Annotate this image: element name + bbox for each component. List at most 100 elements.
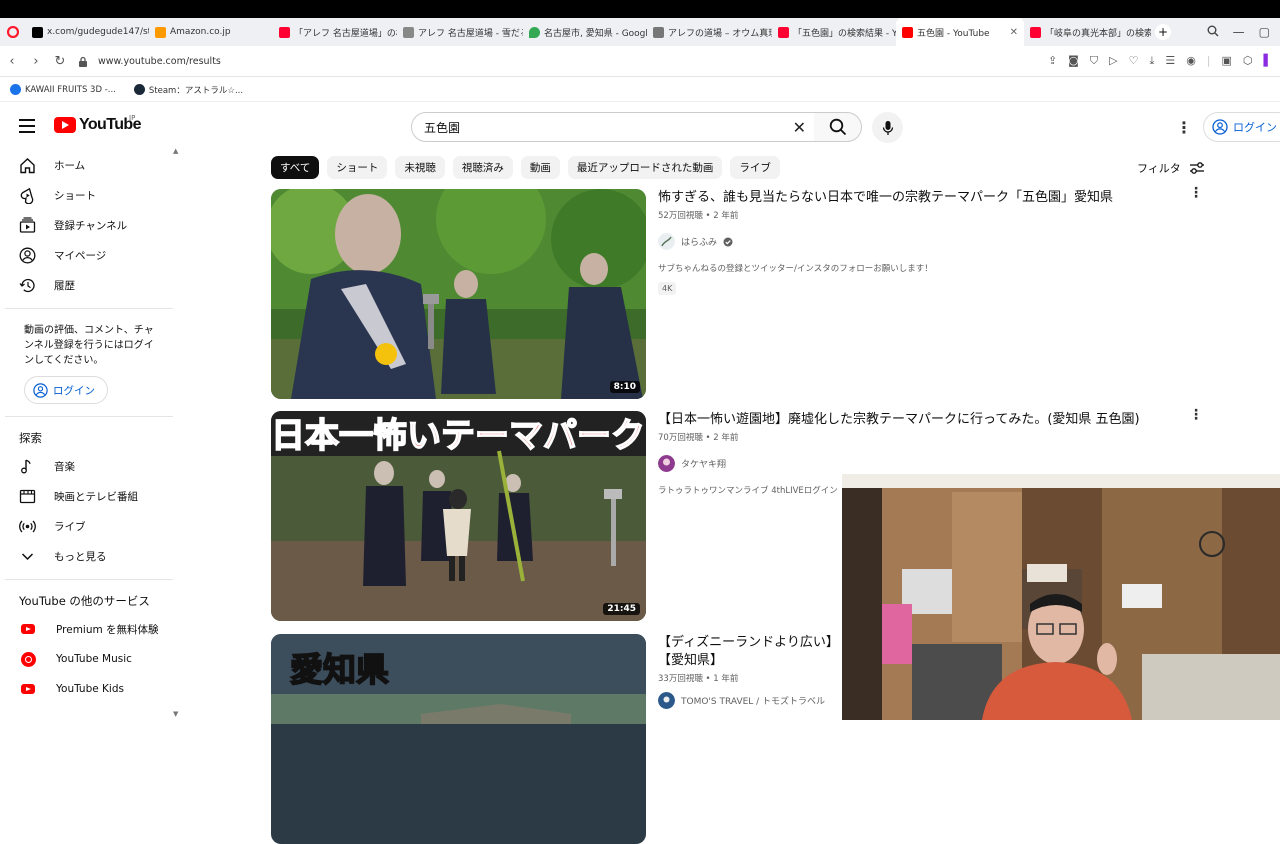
chip-unwatched[interactable]: 未視聴	[395, 156, 445, 179]
login-button[interactable]: ログイン	[1203, 112, 1280, 142]
shield-icon[interactable]: ⛉	[1090, 54, 1098, 68]
reload-icon[interactable]: ↻	[48, 54, 72, 69]
download-icon[interactable]: ⤓	[1149, 54, 1154, 68]
play-icon[interactable]: ▷	[1109, 54, 1117, 68]
new-tab-button[interactable]: +	[1155, 24, 1171, 40]
video-thumbnail[interactable]: 日本一怖いテーマパーク 21:45	[271, 411, 646, 621]
sidebar-item-movies[interactable]: 映画とテレビ番組	[0, 481, 178, 511]
sidebar-item-label: 音楽	[54, 460, 75, 473]
maximize-icon[interactable]: ▢	[1259, 25, 1270, 39]
theme-park-thumbnail-image: 日本一怖いテーマパーク	[271, 411, 646, 621]
sidebar-item-label: YouTube Music	[56, 653, 132, 665]
channel-row[interactable]: はらふみ	[658, 233, 1188, 250]
sidebar-item-show-more[interactable]: もっと見る	[0, 541, 178, 571]
back-icon[interactable]: ‹	[0, 54, 24, 69]
sidebar-item-youtube-music[interactable]: YouTube Music	[0, 644, 178, 674]
settings-icon[interactable]: ☰	[1165, 54, 1175, 68]
sidebar-login-button[interactable]: ログイン	[24, 376, 108, 404]
sidebar-item-you[interactable]: マイページ	[0, 240, 178, 270]
browser-tab-active[interactable]: 五色園 - YouTube ✕	[896, 18, 1024, 46]
sidebar-divider	[5, 308, 173, 309]
sidebar-item-premium[interactable]: Premium を無料体験	[0, 614, 178, 644]
video-title[interactable]: 【日本一怖い遊園地】廃墟化した宗教テーマパークに行ってみた。(愛知県 五色園)	[658, 411, 1188, 429]
filter-sliders-icon	[1189, 162, 1204, 174]
extension-icon[interactable]: ▣	[1222, 54, 1232, 68]
chip-live[interactable]: ライブ	[730, 156, 780, 179]
sidebar-item-youtube-kids[interactable]: YouTube Kids	[0, 674, 178, 704]
bookmark-label: KAWAII FRUITS 3D -...	[25, 84, 116, 95]
chip-recently-uploaded[interactable]: 最近アップロードされた動画	[567, 156, 723, 179]
result-more-icon[interactable]: ⋮	[1189, 407, 1203, 423]
tab-label: 「アレフ 名古屋道場」の検索	[294, 28, 397, 39]
filter-button[interactable]: フィルタ	[1137, 160, 1205, 176]
sidebar-item-label: マイページ	[54, 249, 107, 262]
browser-tab[interactable]: 名古屋市, 愛知県 - Googl	[523, 18, 647, 46]
sidebar-item-label: ショート	[54, 189, 96, 202]
bookmark-item[interactable]: Steam：アストラル☆...	[133, 84, 243, 96]
bookmark-item[interactable]: KAWAII FRUITS 3D -...	[10, 84, 116, 95]
sidebar-item-live[interactable]: ライブ	[0, 511, 178, 541]
sidebar-item-home[interactable]: ホーム	[0, 150, 178, 180]
heart-icon[interactable]: ♡	[1129, 54, 1139, 68]
video-thumbnail[interactable]: 愛知県	[271, 634, 646, 844]
profile-icon[interactable]: ◉	[1186, 54, 1196, 68]
chip-watched[interactable]: 視聴済み	[452, 156, 513, 179]
search-tabs-icon[interactable]	[1207, 25, 1219, 37]
settings-more-icon[interactable]: ⋮	[1176, 118, 1192, 137]
scroll-handle-icon[interactable]: ▌	[1264, 54, 1272, 68]
search-box[interactable]: 五色園 ✕	[411, 112, 815, 142]
tab-label: 名古屋市, 愛知県 - Googl	[544, 28, 647, 39]
sidebar-item-label: 履歴	[54, 279, 75, 292]
browser-tab[interactable]: 「五色園」の検索結果 - Yah	[772, 18, 896, 46]
youtube-logo[interactable]: YouTube JP	[54, 114, 141, 134]
menu-icon[interactable]	[19, 119, 35, 133]
lock-icon	[79, 56, 87, 67]
chip-shorts[interactable]: ショート	[327, 156, 388, 179]
sidebar-scroll-down-icon[interactable]: ▼	[173, 710, 178, 718]
sidebar-item-subscriptions[interactable]: 登録チャンネル	[0, 210, 178, 240]
sidebar-divider: |	[1206, 54, 1211, 67]
video-info: 怖すぎる、誰も見当たらない日本で唯一の宗教テーマパーク「五色園」愛知県 52万回…	[658, 189, 1188, 295]
clear-search-icon[interactable]: ✕	[793, 118, 806, 137]
url-field[interactable]: www.youtube.com/results	[98, 56, 221, 67]
forward-icon[interactable]: ›	[24, 54, 48, 69]
opera-menu-icon[interactable]	[0, 18, 26, 46]
youtube-header: YouTube JP 五色園 ✕ ⋮ ログイン	[0, 104, 1280, 150]
browser-tab[interactable]: Amazon.co.jp	[149, 18, 273, 46]
voice-search-button[interactable]	[872, 112, 903, 143]
close-tab-icon[interactable]: ✕	[1010, 27, 1018, 38]
browser-tab[interactable]: アレフの道場 – オウム真理教	[647, 18, 772, 46]
bookmarks-bar: KAWAII FRUITS 3D -... Steam：アストラル☆...	[0, 78, 1280, 102]
minimize-icon[interactable]: —	[1233, 25, 1245, 39]
video-thumbnail[interactable]: 8:10	[271, 189, 646, 399]
filter-chips: すべて ショート 未視聴 視聴済み 動画 最近アップロードされた動画 ライブ	[271, 156, 780, 179]
address-bar: ‹ › ↻ www.youtube.com/results ⇪ ◙ ⛉ ▷ ♡ …	[0, 46, 1280, 77]
chip-all[interactable]: すべて	[271, 156, 320, 179]
browser-tab[interactable]: 「岐阜の真光本部」の検索結	[1024, 18, 1151, 46]
channel-name: TOMO'S TRAVEL / トモズトラベル	[681, 697, 826, 707]
browser-tab[interactable]: x.com/gudegude147/stat	[26, 18, 149, 46]
chip-videos[interactable]: 動画	[520, 156, 560, 179]
home-icon	[20, 157, 35, 173]
cube-icon[interactable]: ⬡	[1243, 54, 1253, 68]
sidebar-item-music[interactable]: 音楽	[0, 451, 178, 481]
video-description: サブちゃんねるの登録とツイッター/インスタのフォローお願いします！	[658, 264, 933, 274]
search-input[interactable]: 五色園	[424, 119, 460, 136]
camera-icon[interactable]: ◙	[1068, 54, 1079, 68]
share-icon[interactable]: ⇪	[1048, 54, 1057, 68]
browser-tab[interactable]: 「アレフ 名古屋道場」の検索	[273, 18, 397, 46]
more-services-heading: YouTube の他のサービス	[19, 594, 150, 608]
browser-tab-bar: x.com/gudegude147/stat Amazon.co.jp 「アレフ…	[0, 18, 1280, 46]
amazon-favicon-icon	[155, 26, 166, 38]
result-more-icon[interactable]: ⋮	[1189, 185, 1203, 201]
search-button[interactable]	[814, 112, 862, 142]
youtube-premium-icon	[21, 624, 35, 634]
account-icon	[33, 382, 48, 398]
tab-label: x.com/gudegude147/stat	[47, 27, 149, 37]
video-title[interactable]: 怖すぎる、誰も見当たらない日本で唯一の宗教テーマパーク「五色園」愛知県	[658, 189, 1188, 207]
tab-label: アレフ 名古屋道場 - 雪だる	[418, 28, 523, 39]
sidebar-item-history[interactable]: 履歴	[0, 270, 178, 300]
sidebar-item-shorts[interactable]: ショート	[0, 180, 178, 210]
browser-tab[interactable]: アレフ 名古屋道場 - 雪だる	[397, 18, 523, 46]
channel-row[interactable]: タケヤキ翔	[658, 455, 1188, 472]
